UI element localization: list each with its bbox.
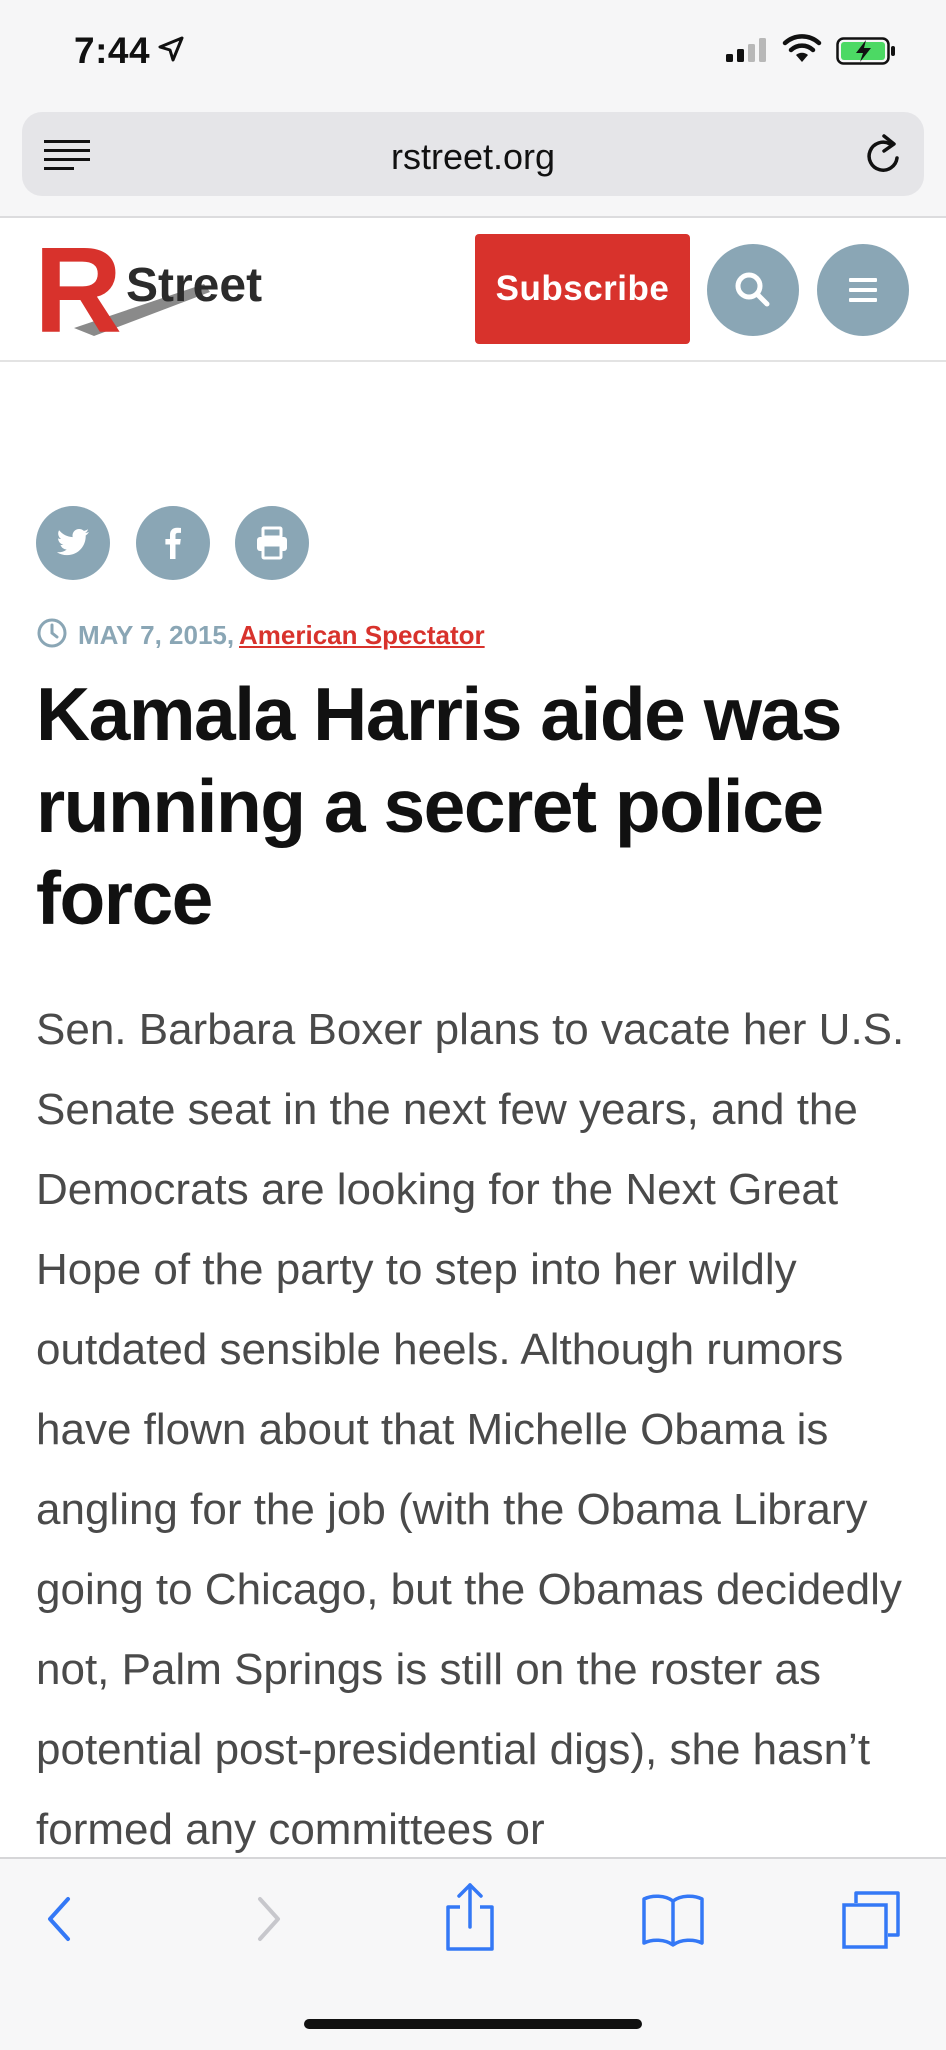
reload-icon[interactable] — [864, 132, 904, 176]
logo-letter: R — [34, 228, 122, 350]
twitter-icon — [56, 529, 89, 556]
share-icon[interactable] — [440, 1881, 500, 1953]
article-body: Sen. Barbara Boxer plans to vacate her U… — [36, 1005, 905, 1854]
facebook-share-button[interactable] — [136, 506, 210, 580]
search-button[interactable] — [707, 244, 799, 336]
url-field[interactable]: rstreet.org — [22, 112, 924, 196]
print-icon — [257, 526, 287, 560]
article-date: MAY 7, 2015, — [78, 620, 235, 650]
status-time: 7:44 — [74, 30, 151, 71]
article-source-link[interactable]: American Spectator — [239, 620, 485, 651]
search-icon — [735, 272, 770, 307]
menu-button[interactable] — [817, 244, 909, 336]
article-headline: Kamala Harris aide was running a secret … — [36, 672, 842, 940]
wifi-icon — [782, 34, 822, 62]
rstreet-logo[interactable]: R Street — [34, 228, 284, 350]
bookmarks-icon[interactable] — [640, 1891, 706, 1947]
tabs-icon[interactable] — [840, 1889, 902, 1951]
hamburger-menu-icon — [849, 278, 877, 302]
print-button[interactable] — [235, 506, 309, 580]
browser-address-bar: rstreet.org — [0, 104, 946, 218]
cellular-signal-icon — [726, 38, 766, 62]
back-icon[interactable] — [40, 1889, 80, 1949]
subscribe-button[interactable]: Subscribe — [475, 234, 690, 344]
location-arrow-icon — [158, 36, 184, 62]
clock-icon — [37, 618, 67, 648]
url-text: rstreet.org — [390, 136, 556, 177]
twitter-share-button[interactable] — [36, 506, 110, 580]
site-header: R Street Subscribe — [0, 218, 946, 362]
status-bar: 7:44 — [0, 0, 946, 104]
battery-charging-icon — [836, 37, 895, 65]
forward-icon[interactable] — [248, 1889, 288, 1949]
facebook-icon — [165, 527, 181, 559]
home-indicator — [304, 2019, 642, 2029]
logo-text: Street — [126, 259, 263, 312]
